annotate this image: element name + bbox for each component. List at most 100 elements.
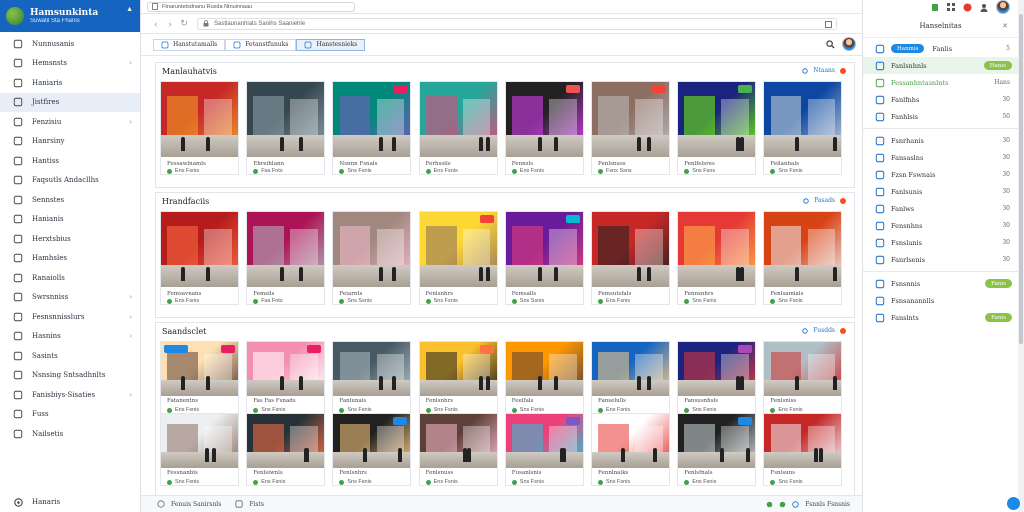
sidebar-item-bottom[interactable]: Hanaris	[0, 492, 140, 512]
panel-item[interactable]: Fessanhntasnlnts Hans	[863, 74, 1018, 91]
back-icon[interactable]: ‹	[149, 19, 163, 29]
panel-item[interactable]: Fsnslanis 30	[863, 234, 1018, 251]
tab-0[interactable]: Hanstutamalls	[153, 38, 226, 51]
grid-icon[interactable]	[947, 3, 955, 11]
sidebar-item-15[interactable]: Hasnins ›	[0, 327, 140, 347]
product-card[interactable]: Fenlsniss Ens Fsnis	[763, 341, 843, 414]
panel-item[interactable]: Fsnsnnis Fanis	[863, 275, 1018, 292]
product-card[interactable]: Fenlsfnals Ens Fsnis	[677, 413, 757, 486]
sidebar-item-8[interactable]: Sennstes	[0, 190, 140, 210]
store-image[interactable]	[333, 342, 411, 396]
sidebar-item-13[interactable]: Swrsnniss ›	[0, 288, 140, 308]
sidebar-item-2[interactable]: Haniaris	[0, 73, 140, 93]
sidebar-item-4[interactable]: Fenzisiu ›	[0, 112, 140, 132]
sidebar-item-14[interactable]: Fesnsnnisslurs ›	[0, 307, 140, 327]
section-action-label[interactable]: Ntaans	[813, 67, 835, 74]
store-image[interactable]	[247, 212, 325, 287]
sidebar-item-6[interactable]: Hantiss	[0, 151, 140, 171]
window-icon[interactable]	[825, 20, 832, 28]
panel-item[interactable]: Fanhlsis 50	[863, 108, 1018, 125]
product-card[interactable]: Feiarnts Sns Ssnis	[332, 211, 412, 305]
sidebar-item-5[interactable]: Hanrsiny	[0, 132, 140, 152]
sidebar-item-10[interactable]: Herxtsbius	[0, 229, 140, 249]
product-card[interactable]: Fenlsnuss Fsns Ssns	[591, 81, 670, 175]
store-image[interactable]	[764, 212, 842, 287]
store-image[interactable]	[764, 342, 842, 396]
product-card[interactable]: Ferhssils Ens Fsnis	[418, 81, 498, 175]
sidebar-item-16[interactable]: Sasints	[0, 346, 140, 366]
panel-item[interactable]: Fzsn Fswnais 30	[863, 166, 1018, 183]
product-card[interactable]: Fenlsnhrs Sns Fsnis	[332, 413, 412, 486]
close-icon[interactable]: ✕	[1002, 22, 1008, 30]
panel-item[interactable]: Fanrlsenis 30	[863, 251, 1018, 268]
panel-item[interactable]: Fanslnts Fanis	[863, 309, 1018, 326]
product-card[interactable]: Fenlsamials Sns Fsnis	[763, 211, 843, 305]
product-card[interactable]: Femsutsfals Ens Fsnis	[591, 211, 670, 305]
address-bar[interactable]: Sastlaunanhiats Sanihs Saaniehle	[197, 17, 837, 30]
store-image[interactable]	[678, 82, 756, 157]
store-image[interactable]	[333, 414, 411, 468]
product-card[interactable]: Fsnlsuns Sns Fsnis	[763, 413, 843, 486]
sidebar-item-17[interactable]: Nsnsing Sntsadhnlts	[0, 366, 140, 386]
avatar[interactable]	[842, 37, 856, 51]
panel-item[interactable]: Hanmis Fanlis 5	[863, 40, 1018, 57]
panel-item[interactable]: Fsnsanannlls	[863, 292, 1018, 309]
extension-icon[interactable]	[931, 3, 939, 12]
refresh-icon[interactable]	[802, 67, 808, 74]
store-image[interactable]	[419, 82, 497, 157]
product-card[interactable]: Feilanhals Sns Fsnis	[763, 81, 843, 175]
product-card[interactable]: Fenlsnuss Ens Fsnis	[418, 413, 498, 486]
store-image[interactable]	[161, 212, 238, 287]
refresh-icon[interactable]	[803, 197, 809, 204]
panel-item[interactable]: Fensnhns 30	[863, 217, 1018, 234]
shield-icon[interactable]	[779, 501, 786, 508]
brand-header[interactable]: Hamsunkinta Suwatil Sta Fhanis ▲	[0, 0, 140, 32]
product-card[interactable]: Ehreihlann Fsa Fnts	[246, 81, 326, 175]
product-card[interactable]: Fenlsiwnls Ens Fsnis	[246, 413, 326, 486]
search-icon[interactable]	[826, 39, 835, 49]
product-card[interactable]: Femsavnans Ens Fsnis	[160, 211, 239, 305]
product-card[interactable]: Fansusnhsls Sns Fsnis	[677, 341, 757, 414]
store-image[interactable]	[419, 212, 497, 287]
store-image[interactable]	[161, 82, 238, 157]
bookmark-icon[interactable]	[235, 500, 243, 508]
product-card[interactable]: Fusanlsnis Sns Fsnis	[504, 413, 584, 486]
product-card[interactable]: Feelfals Sns Fsnis	[504, 341, 584, 414]
product-card[interactable]: Femsalls Sns Ssnis	[504, 211, 584, 305]
sidebar-item-3[interactable]: Jistfires	[0, 92, 140, 112]
tab-2[interactable]: Hanstesnieks	[296, 38, 366, 51]
panel-item[interactable]: Fanlfnhs 30	[863, 91, 1018, 108]
store-image[interactable]	[592, 414, 669, 468]
sidebar-item-11[interactable]: Hamhsles	[0, 249, 140, 269]
product-card[interactable]: Fennlnaiks Sns Fsnis	[591, 413, 670, 486]
product-card[interactable]: Fenlsnhrs Sns Fsnis	[418, 211, 498, 305]
panel-item[interactable]: Fanlws 30	[863, 200, 1018, 217]
notification-icon[interactable]	[963, 2, 972, 12]
panel-item[interactable]: Fanlsunis 30	[863, 183, 1018, 200]
product-card[interactable]: Fenlsnhrs Sns Fsnis	[418, 341, 498, 414]
product-card[interactable]: Fennsnhrs Sns Fsnis	[677, 211, 757, 305]
store-image[interactable]	[161, 414, 238, 468]
section-actions[interactable]: Pasads	[803, 197, 846, 204]
sidebar-item-20[interactable]: Nailsetis	[0, 424, 140, 444]
product-card[interactable]: Fanlunais Sns Fsnis	[332, 341, 412, 414]
product-card[interactable]: Fatanentns Ens Fsnis	[160, 341, 239, 414]
store-image[interactable]	[678, 414, 756, 468]
store-image[interactable]	[247, 414, 325, 468]
product-card[interactable]: Fennsls Ens Fsnis	[504, 81, 584, 175]
scrollbar[interactable]	[1018, 0, 1024, 512]
home-icon[interactable]	[157, 500, 165, 508]
reload-icon[interactable]: ↻	[177, 18, 191, 29]
product-card[interactable]: Fanselulls Ens Fsnis	[591, 341, 670, 414]
store-image[interactable]	[419, 342, 497, 396]
store-image[interactable]	[678, 212, 756, 287]
refresh-icon[interactable]	[802, 327, 808, 334]
sidebar-item-19[interactable]: Fuss	[0, 405, 140, 425]
store-image[interactable]	[505, 342, 583, 396]
store-image[interactable]	[592, 342, 669, 396]
tab-1[interactable]: Fetanstfunuks	[225, 38, 297, 51]
sidebar-item-18[interactable]: Fanisbiys-Sisaties ›	[0, 385, 140, 405]
store-image[interactable]	[592, 212, 669, 287]
product-card[interactable]: Fas Fas Fsnads Sns Fsnis	[246, 341, 326, 414]
scrollbar-thumb[interactable]	[1019, 14, 1023, 344]
